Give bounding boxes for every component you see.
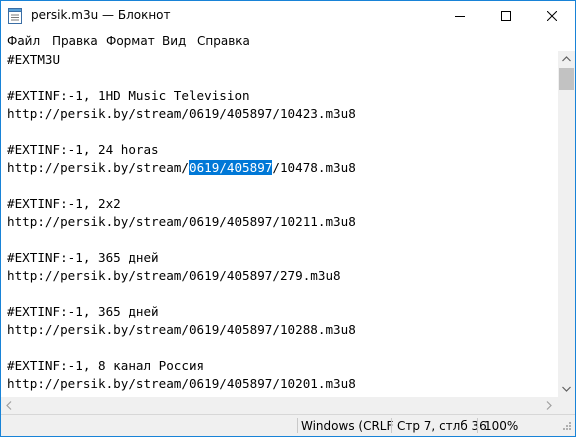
scroll-down-icon[interactable] [562,386,571,392]
status-zoom: 100% [484,419,519,433]
line-text-after-selection: /10478.m3u8 [272,160,356,175]
scrollbar-corner [558,397,575,414]
title-bar[interactable]: persik.m3u — Блокнот [1,1,575,31]
status-divider [297,418,298,433]
selected-text: 0619/405897 [188,160,273,175]
text-line: #EXTINF:-1, 8 канал Россия [7,358,205,373]
text-line: #EXTINF:-1, 2x2 [7,196,121,211]
window-title: persik.m3u — Блокнот [31,8,171,22]
vertical-scrollbar[interactable] [558,51,575,397]
close-icon [547,11,557,21]
horizontal-scrollbar[interactable] [1,397,558,414]
text-line: #EXTINF:-1, 24 horas [7,142,159,157]
status-bar: Windows (CRLF Стр 7, стлб 36 100% [1,414,575,436]
text-line: #EXTINF:-1, 365 дней [7,304,159,319]
menu-bar: Файл Правка Формат Вид Справка [1,31,575,51]
text-line: http://persik.by/stream/0619/405897/279.… [7,268,341,283]
close-button[interactable] [529,1,575,31]
status-encoding: Windows (CRLF [301,419,394,433]
maximize-button[interactable] [483,1,529,31]
line-text-before-selection: http://persik.by/stream/ [7,160,189,175]
minimize-button[interactable] [437,1,483,31]
scroll-right-icon[interactable] [546,401,552,410]
text-line: http://persik.by/stream/0619/405897/1021… [7,214,356,229]
text-line: #EXTM3U [7,52,61,67]
text-line: #EXTINF:-1, 1HD Music Television [7,88,250,103]
text-line: #EXTINF:-1, 365 дней [7,250,159,265]
menu-edit[interactable]: Правка [52,34,98,48]
menu-view[interactable]: Вид [162,34,186,48]
menu-help[interactable]: Справка [197,34,250,48]
notepad-icon [8,8,22,24]
menu-format[interactable]: Формат [106,34,155,48]
vertical-scroll-thumb[interactable] [559,68,574,90]
text-editor[interactable]: #EXTM3U #EXTINF:-1, 1HD Music Television… [1,51,558,397]
notepad-window: persik.m3u — Блокнот Файл Правка Формат … [0,0,576,437]
text-line: http://persik.by/stream/0619/405897/1020… [7,376,356,391]
status-cursor-position: Стр 7, стлб 36 [397,419,487,433]
status-divider [477,418,478,433]
text-line: http://persik.by/stream/0619/405897/1028… [7,322,356,337]
menu-file[interactable]: Файл [7,34,40,48]
status-divider [391,418,392,433]
scroll-left-icon[interactable] [6,401,12,410]
minimize-icon [455,16,465,17]
text-line-with-selection: http://persik.by/stream/0619/405897/1047… [7,159,356,177]
maximize-icon [501,11,511,21]
scroll-up-icon[interactable] [562,56,571,62]
text-line: http://persik.by/stream/0619/405897/1042… [7,106,356,121]
resize-grip-icon[interactable] [560,419,572,433]
